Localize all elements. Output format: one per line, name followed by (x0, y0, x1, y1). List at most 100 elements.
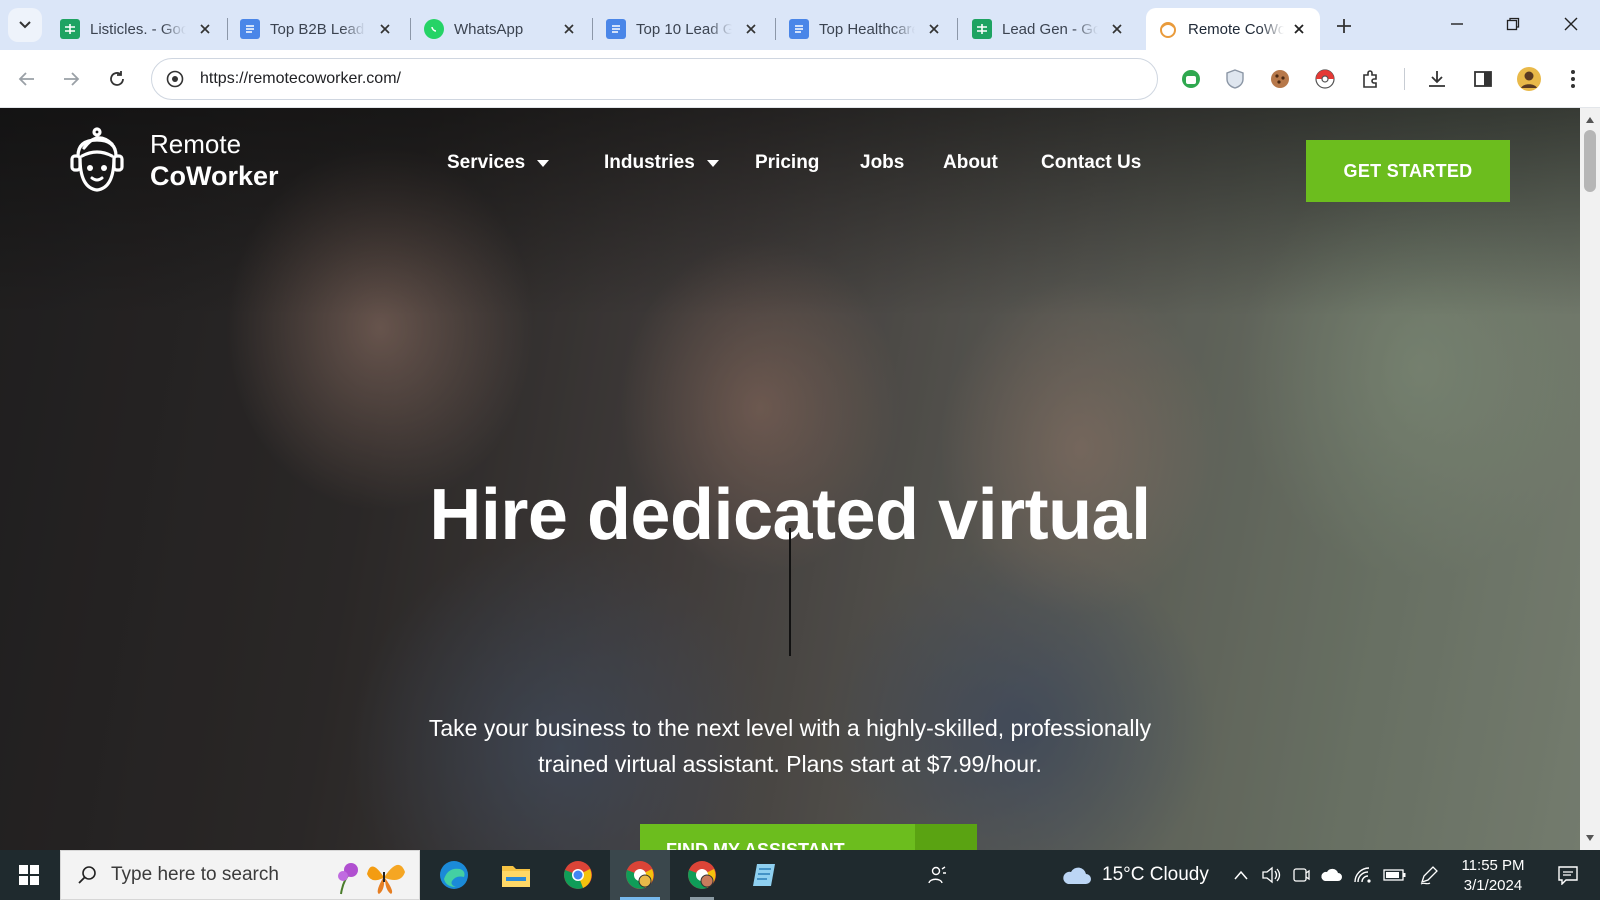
weather-text: 15°C Cloudy (1102, 864, 1209, 885)
system-clock[interactable]: 11:55 PM 3/1/2024 (1448, 856, 1538, 896)
caret-down-icon (706, 159, 719, 167)
notepad-icon (753, 864, 775, 886)
nav-jobs[interactable]: Jobs (860, 148, 904, 178)
extension-pokeball[interactable] (1308, 62, 1342, 96)
new-tab-button[interactable] (1330, 12, 1358, 40)
close-icon[interactable] (560, 20, 578, 38)
minimize-icon (1451, 23, 1463, 25)
extensions-button[interactable] (1354, 62, 1388, 96)
nav-services[interactable]: Services (447, 148, 550, 178)
downloads-button[interactable] (1420, 62, 1454, 96)
edge-icon (440, 861, 468, 889)
extension-android[interactable] (1174, 62, 1208, 96)
taskbar-chrome-profile-1[interactable] (610, 850, 670, 900)
coworker-mascot-icon (70, 127, 124, 192)
scroll-up-arrow[interactable] (1580, 112, 1600, 128)
search-icon (75, 863, 99, 887)
page-scrollbar[interactable] (1580, 108, 1600, 850)
cookie-icon (1271, 70, 1289, 88)
text-cursor (789, 528, 791, 656)
battery-button[interactable] (1380, 850, 1410, 900)
profile-button[interactable] (1512, 62, 1546, 96)
taskbar-search[interactable]: Type here to search (60, 850, 420, 900)
nav-label: Contact Us (1041, 152, 1142, 173)
nav-industries[interactable]: Industries (604, 148, 719, 178)
url-text[interactable]: https://remotecoworker.com/ (200, 70, 401, 88)
volume-button[interactable] (1256, 850, 1286, 900)
restore-icon (1506, 17, 1520, 31)
arrow-left-icon (18, 72, 34, 86)
taskbar-notepad[interactable] (734, 850, 794, 900)
tab-search-button[interactable] (8, 8, 42, 42)
whatsapp-icon (424, 19, 444, 39)
tab-listicles[interactable]: Listicles. - Google Sheets (48, 8, 226, 50)
tab-lead-gen[interactable]: Lead Gen - Google Sheets (960, 8, 1138, 50)
back-button[interactable] (10, 62, 44, 96)
close-icon[interactable] (925, 20, 943, 38)
brand-line-2: CoWorker (150, 161, 279, 192)
tab-title: Top B2B Lead Generation (270, 20, 366, 38)
tab-title: Lead Gen - Google Sheets (1002, 20, 1098, 38)
address-bar[interactable]: https://remotecoworker.com/ (151, 58, 1158, 100)
meet-now-button[interactable] (1286, 850, 1316, 900)
extension-cookie[interactable] (1263, 62, 1297, 96)
close-icon[interactable] (1290, 20, 1308, 38)
tab-title: Listicles. - Google Sheets (90, 20, 186, 38)
start-button[interactable] (0, 850, 58, 900)
close-icon[interactable] (742, 20, 760, 38)
close-window-button[interactable] (1548, 6, 1594, 42)
site-info-icon[interactable] (164, 68, 186, 90)
arrow-icon (915, 824, 977, 850)
puzzle-icon (1363, 70, 1377, 88)
nav-about[interactable]: About (943, 148, 998, 178)
shield-icon (1226, 69, 1244, 89)
tab-title: Remote CoWorker (1188, 20, 1284, 38)
close-icon[interactable] (1108, 20, 1126, 38)
nav-pricing[interactable]: Pricing (755, 148, 819, 178)
kebab-menu-icon (1571, 70, 1575, 88)
clock-date: 3/1/2024 (1463, 877, 1523, 894)
tab-separator (957, 18, 958, 40)
tab-whatsapp[interactable]: WhatsApp (412, 8, 590, 50)
tab-top-healthcare[interactable]: Top Healthcare (777, 8, 955, 50)
remotecoworker-icon (1158, 19, 1178, 39)
scroll-down-arrow[interactable] (1580, 830, 1600, 846)
forward-button[interactable] (54, 62, 88, 96)
nav-label: Pricing (755, 152, 820, 173)
folder-icon (502, 866, 530, 887)
close-icon[interactable] (196, 20, 214, 38)
minimize-button[interactable] (1434, 6, 1480, 42)
tab-top-b2b[interactable]: Top B2B Lead Generation (228, 8, 406, 50)
tab-top-10-lead[interactable]: Top 10 Lead Generation (594, 8, 772, 50)
pen-workspace-button[interactable] (1414, 850, 1444, 900)
restore-button[interactable] (1490, 6, 1536, 42)
tab-separator (410, 18, 411, 40)
notification-center-button[interactable] (1543, 850, 1593, 900)
side-panel-button[interactable] (1466, 62, 1500, 96)
reload-button[interactable] (100, 62, 134, 96)
get-started-button[interactable]: GET STARTED (1306, 140, 1510, 202)
find-my-assistant-button[interactable]: FIND MY ASSISTANT (640, 824, 977, 850)
network-button[interactable] (1348, 850, 1378, 900)
taskbar-chrome[interactable] (548, 850, 608, 900)
onedrive-button[interactable] (1316, 850, 1346, 900)
weather-widget[interactable]: 15°C Cloudy (1060, 850, 1209, 900)
site-logo[interactable]: Remote CoWorker (64, 126, 279, 196)
menu-button[interactable] (1556, 62, 1590, 96)
reload-icon (110, 71, 124, 86)
taskbar-edge[interactable] (424, 850, 484, 900)
people-button[interactable] (922, 850, 952, 900)
show-hidden-icons[interactable] (1226, 850, 1256, 900)
taskbar-file-explorer[interactable] (486, 850, 546, 900)
onedrive-cloud-icon (1321, 868, 1342, 881)
chrome-icon (564, 861, 592, 889)
extension-shield[interactable] (1218, 62, 1252, 96)
notification-icon (1558, 866, 1578, 885)
scrollbar-thumb[interactable] (1584, 130, 1596, 192)
nav-contact-us[interactable]: Contact Us (1041, 148, 1141, 178)
close-icon[interactable] (376, 20, 394, 38)
wifi-icon (1354, 867, 1371, 883)
cta-label: FIND MY ASSISTANT (666, 840, 845, 850)
tab-remote-coworker[interactable]: Remote CoWorker (1146, 8, 1320, 50)
taskbar-chrome-profile-2[interactable] (672, 850, 732, 900)
